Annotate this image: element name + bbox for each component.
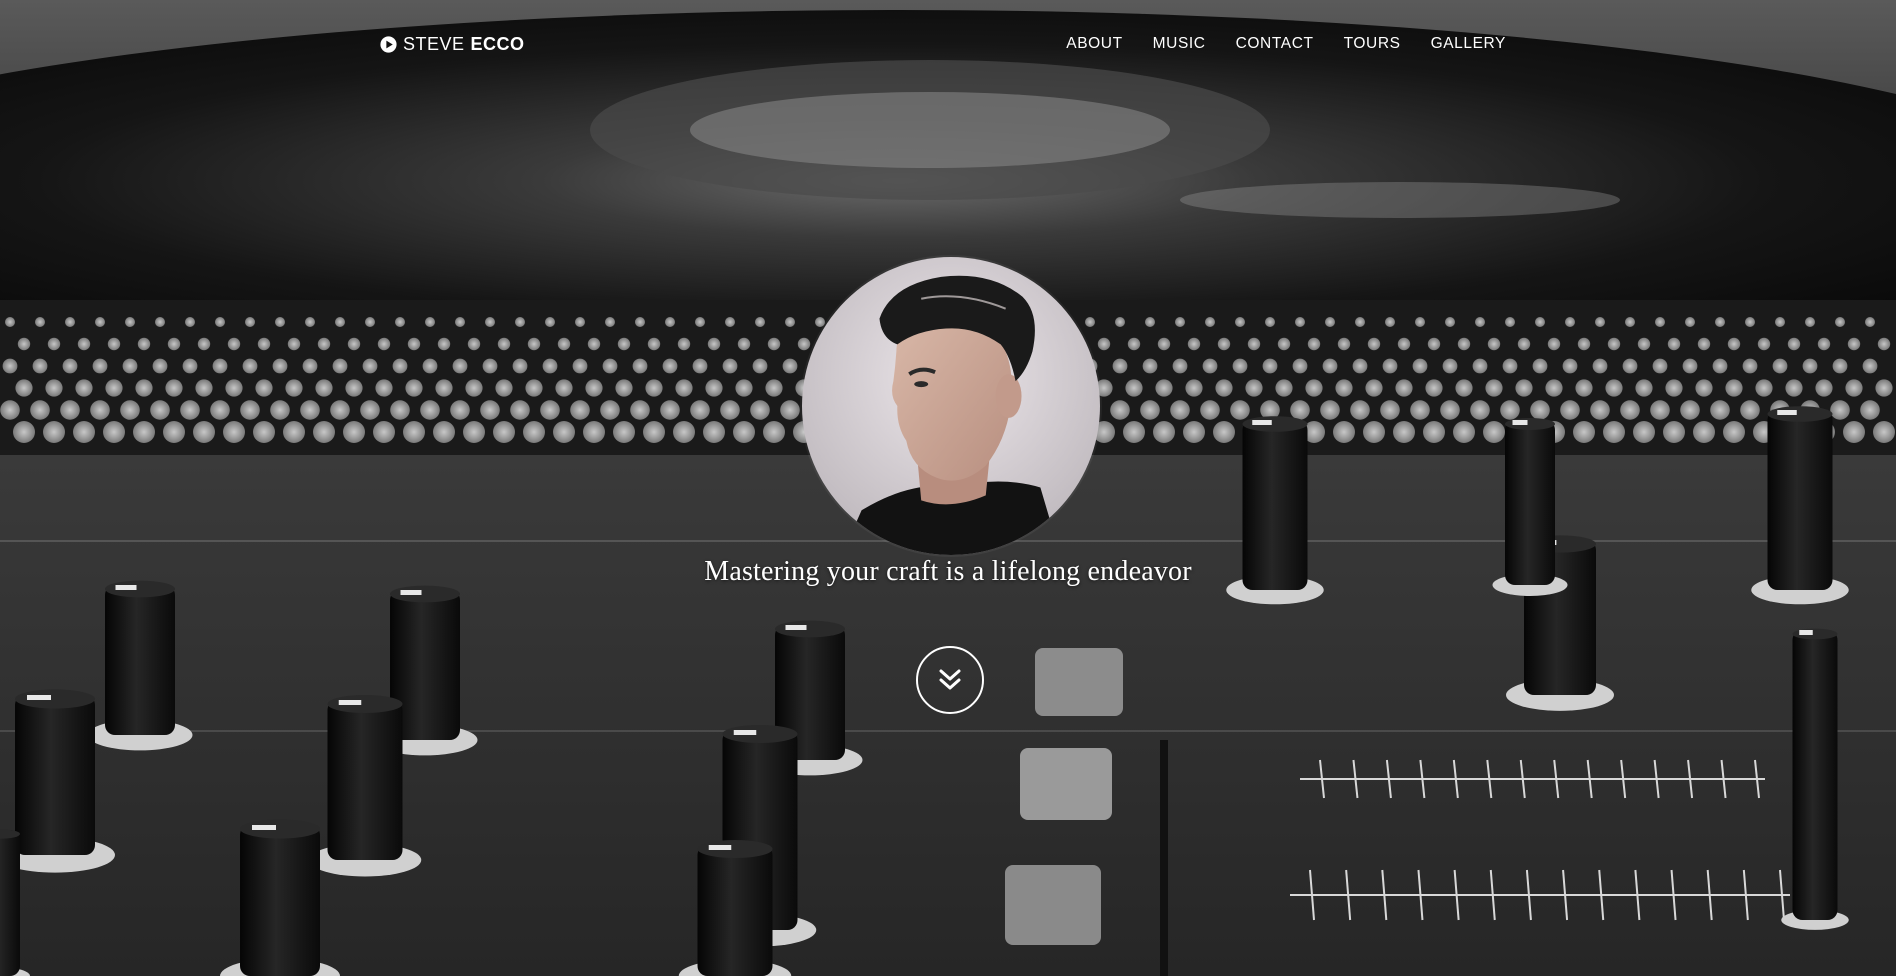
hero-tagline-text: Mastering your craft is a lifelong endea… (704, 556, 1192, 587)
brand-first-name: STEVE (403, 33, 465, 54)
double-chevron-down-icon (939, 669, 961, 690)
nav-link-gallery[interactable]: GALLERY (1431, 35, 1506, 52)
nav-link-contact[interactable]: CONTACT (1236, 35, 1314, 52)
nav-menu: ABOUT MUSIC CONTACT TOURS GALLERY (1066, 35, 1506, 53)
nav-item-music: MUSIC (1153, 35, 1206, 53)
hero-section: STEVE ECCO ABOUT MUSIC CONTACT TOURS GAL… (0, 0, 1896, 976)
nav-link-music[interactable]: MUSIC (1153, 35, 1206, 52)
nav-item-gallery: GALLERY (1431, 35, 1506, 53)
avatar (802, 257, 1100, 555)
hero-tagline: Mastering your craft is a lifelong endea… (0, 556, 1896, 588)
brand-logo-link[interactable]: STEVE ECCO (380, 34, 525, 55)
nav-link-about[interactable]: ABOUT (1066, 35, 1122, 52)
nav-item-contact: CONTACT (1236, 35, 1314, 53)
top-navigation: STEVE ECCO ABOUT MUSIC CONTACT TOURS GAL… (380, 26, 1506, 62)
scroll-down-button[interactable] (916, 646, 984, 714)
nav-link-tours[interactable]: TOURS (1344, 35, 1401, 52)
nav-item-tours: TOURS (1344, 35, 1401, 53)
play-circle-icon (380, 35, 397, 53)
brand-last-name: ECCO (470, 33, 525, 54)
nav-item-about: ABOUT (1066, 35, 1122, 53)
